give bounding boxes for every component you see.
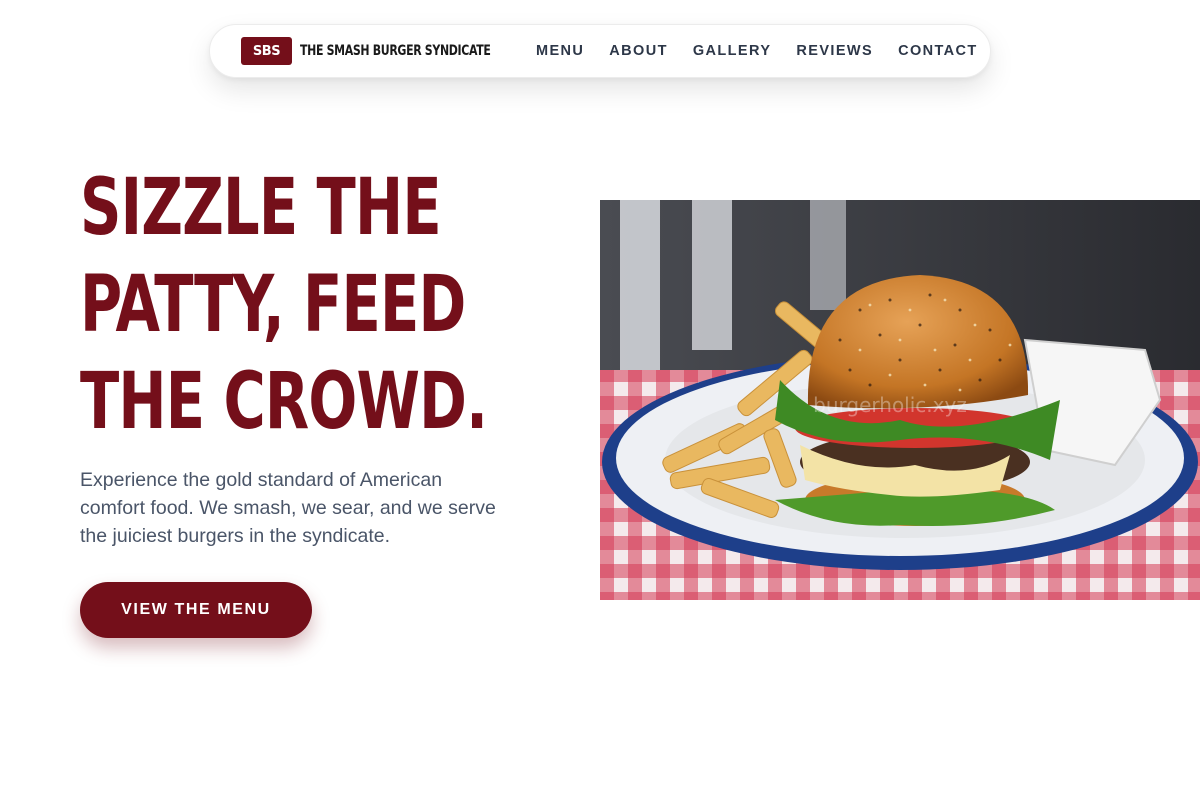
nav-link-reviews[interactable]: REVIEWS xyxy=(796,43,873,59)
hero-title-line-3: THE CROWD. xyxy=(80,357,488,447)
nav-link-contact[interactable]: CONTACT xyxy=(898,43,978,59)
hero-title: SIZZLE THE PATTY, FEED THE CROWD. xyxy=(80,160,488,451)
nav-link-menu[interactable]: MENU xyxy=(536,43,584,59)
nav-links: MENU ABOUT GALLERY REVIEWS CONTACT xyxy=(536,43,978,59)
top-navbar: SBS THE SMASH BURGER SYNDICATE MENU ABOU… xyxy=(209,24,991,78)
burger-photo-illustration: burgerholic.xyz xyxy=(600,200,1200,600)
hero-burger-image: burgerholic.xyz xyxy=(600,200,1200,600)
image-watermark: burgerholic.xyz xyxy=(813,393,967,417)
hero-description: Experience the gold standard of American… xyxy=(80,469,496,547)
brand-name: THE SMASH BURGER SYNDICATE xyxy=(300,43,491,59)
nav-link-about[interactable]: ABOUT xyxy=(609,43,668,59)
hero-title-line-2: PATTY, FEED xyxy=(80,260,466,350)
hero-title-line-1: SIZZLE THE xyxy=(80,163,442,253)
brand-logo[interactable]: SBS THE SMASH BURGER SYNDICATE xyxy=(241,37,536,65)
view-menu-button[interactable]: VIEW THE MENU xyxy=(80,582,312,638)
brand-badge: SBS xyxy=(241,37,292,65)
nav-link-gallery[interactable]: GALLERY xyxy=(693,43,772,59)
